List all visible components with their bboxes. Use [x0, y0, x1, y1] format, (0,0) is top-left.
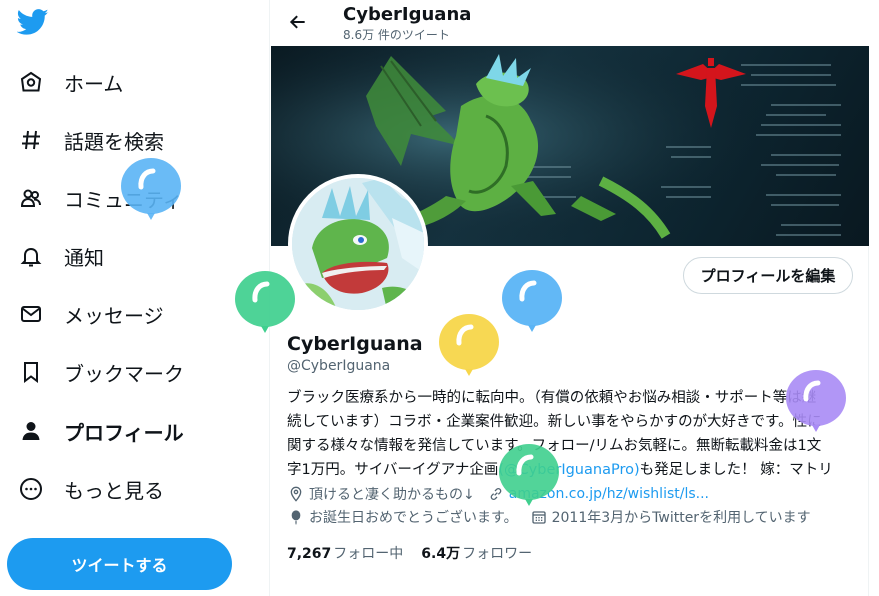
more-icon [18, 476, 44, 502]
edit-profile-button[interactable]: プロフィールを編集 [683, 257, 853, 294]
following-count: 7,267 [287, 546, 332, 562]
bell-icon [18, 243, 44, 269]
nav-label-notifications: 通知 [64, 245, 104, 270]
follow-stats: 7,267 フォロー中 6.4万 フォロワー [287, 543, 550, 563]
birthday-balloon-blue [501, 269, 563, 345]
birthday-text: お誕生日おめでとうございます。 [309, 510, 518, 526]
nav-item-home[interactable]: ホーム [18, 62, 123, 102]
birthday-balloon-green [234, 270, 296, 346]
location-text: 頂けると凄く助かるもの↓ [309, 487, 475, 503]
birthday-balloon-blue [120, 157, 182, 233]
bio-line-last: 字1万円。サイバーイグアナ企画(@CyberIguanaPro)も発足しました！… [287, 458, 852, 482]
profile-display-name: CyberIguana [287, 333, 423, 355]
nav-item-explore[interactable]: 話題を検索 [18, 120, 164, 160]
following-link[interactable]: 7,267 フォロー中 [287, 543, 403, 563]
balloon-icon [287, 508, 305, 526]
nav-item-profile[interactable]: プロフィール [18, 411, 184, 451]
profile-joined: 2011年3月からTwitterを利用しています [530, 507, 811, 527]
bio-line: 続しています）コラボ・企業案件歓迎。新しい事をやらかすのが大好きです。性に [287, 414, 822, 430]
sidebar: ホーム 話題を検索 コミュニティ 通知 メッセージ ブックマーク プロフィール … [0, 0, 268, 596]
following-label: フォロー中 [333, 546, 404, 562]
profile-icon [18, 418, 44, 444]
mail-icon [18, 301, 44, 327]
profile-birthday: お誕生日おめでとうございます。 [287, 507, 518, 527]
twitter-logo-icon[interactable] [16, 6, 49, 38]
followers-link[interactable]: 6.4万 フォロワー [421, 543, 532, 563]
nav-item-more[interactable]: もっと見る [18, 469, 164, 509]
back-arrow-icon[interactable] [284, 8, 312, 36]
header-title: CyberIguana [343, 4, 472, 25]
tweet-button[interactable]: ツイートする [7, 538, 232, 590]
nav-item-messages[interactable]: メッセージ [18, 294, 164, 334]
profile-bio: ブラック医療系から一時的に転向中。（有償の依頼やお悩み相談・サポート等は継 続し… [287, 386, 852, 482]
nav-item-bookmarks[interactable]: ブックマーク [18, 352, 184, 392]
nav-item-notifications[interactable]: 通知 [18, 236, 104, 276]
bookmark-icon [18, 359, 44, 385]
nav-label-explore: 話題を検索 [64, 129, 164, 154]
followers-label: フォロワー [462, 546, 533, 562]
followers-count: 6.4万 [421, 546, 461, 562]
location-pin-icon [287, 485, 305, 503]
nav-label-bookmarks: ブックマーク [64, 361, 184, 386]
joined-text: 2011年3月からTwitterを利用しています [551, 510, 811, 526]
home-icon [18, 69, 44, 95]
profile-column: CyberIguana 8.6万 件のツイート プロフィールを編集 CyberI… [269, 0, 870, 596]
birthday-balloon-purple [785, 369, 847, 445]
nav-label-more: もっと見る [64, 478, 164, 503]
bio-text-tail: も発足しました！ 嫁：マトリ [639, 462, 833, 478]
bio-line: ブラック医療系から一時的に転向中。（有償の依頼やお悩み相談・サポート等は継 [287, 390, 817, 406]
profile-handle: @CyberIguana [287, 358, 391, 374]
birthday-balloon-yellow [438, 313, 500, 389]
communities-icon [18, 185, 44, 211]
bio-text: 字1万円。サイバーイグアナ企画 [287, 462, 499, 478]
nav-label-home: ホーム [64, 71, 124, 96]
hashtag-icon [18, 127, 44, 153]
nav-label-messages: メッセージ [64, 303, 164, 328]
bio-line: 関する様々な情報を発信しています。フォロー/リムお気軽に。無断転載料金は1文 [287, 438, 822, 454]
profile-location: 頂けると凄く助かるもの↓ [287, 484, 475, 504]
profile-avatar[interactable] [288, 174, 428, 314]
nav-label-profile: プロフィール [64, 420, 184, 445]
birthday-balloon-green [498, 443, 560, 519]
tweet-count: 8.6万 件のツイート [343, 28, 450, 42]
profile-header: CyberIguana 8.6万 件のツイート [270, 0, 870, 46]
